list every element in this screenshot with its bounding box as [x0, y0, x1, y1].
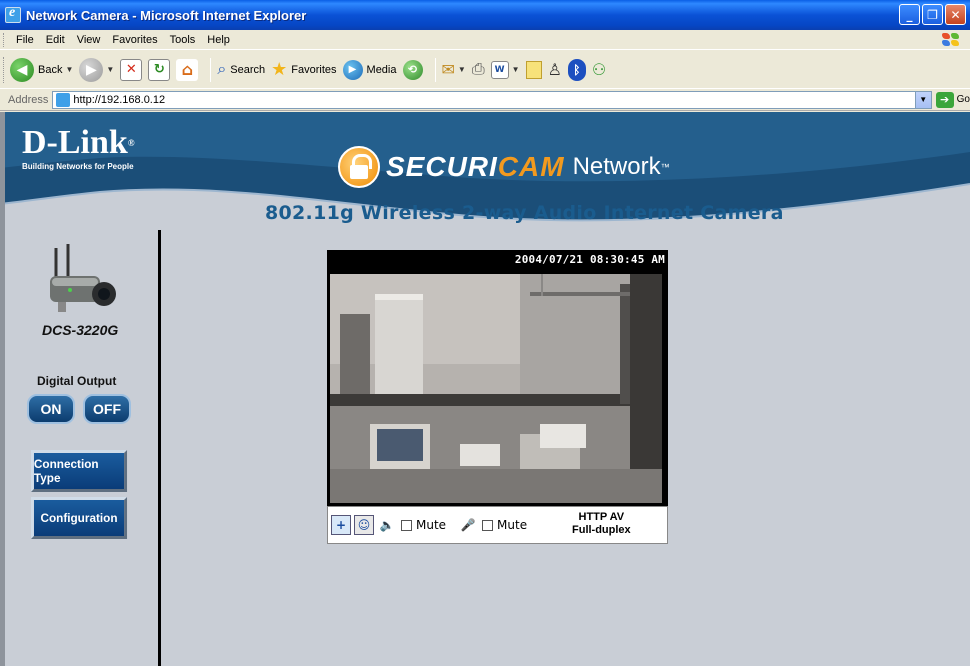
mail-button[interactable]: ✉ ▼: [442, 60, 466, 80]
toolbar-separator: [210, 57, 212, 82]
zoom-in-icon[interactable]: +: [331, 515, 351, 535]
print-button[interactable]: ⎙: [472, 61, 485, 79]
securicam-logo: SECURI CAM Network ™: [338, 146, 670, 188]
digital-output-label: Digital Output: [37, 374, 117, 388]
back-button[interactable]: ◀ Back ▼: [10, 57, 74, 82]
browser-toolbar: ◀ Back ▼ ▶ ▼ ✕ ↻ ⌂ ⌕ Search ★ Favorites …: [0, 51, 970, 89]
vertical-divider: [158, 230, 161, 666]
minimize-button[interactable]: _: [899, 4, 920, 25]
media-icon: ▶: [342, 59, 363, 80]
connection-type-button[interactable]: Connection Type: [30, 450, 128, 492]
menu-edit[interactable]: Edit: [40, 34, 71, 46]
mail-icon: ✉: [441, 61, 455, 79]
refresh-button[interactable]: ↻: [148, 58, 171, 81]
mute-speaker-checkbox[interactable]: [401, 519, 412, 531]
note-icon: [525, 60, 542, 79]
digital-output-on-button[interactable]: ON: [27, 394, 75, 424]
menu-favorites[interactable]: Favorites: [106, 34, 163, 46]
stop-icon: ✕: [120, 58, 143, 81]
print-icon: ⎙: [471, 60, 485, 78]
camera-model: DCS-3220G: [42, 322, 119, 338]
page-content: D-Link® Building Networks for People SEC…: [0, 112, 970, 666]
word-icon: W: [490, 60, 509, 79]
research-button[interactable]: ♙: [548, 60, 562, 80]
favorites-button[interactable]: ★ Favorites: [271, 59, 336, 80]
video-controls: + ☺ 🔈 Mute 🎤 Mute HTTP AV Full-duplex: [327, 506, 668, 544]
messenger-icon: ⚇: [591, 61, 607, 79]
dropdown-arrow-icon: ▼: [457, 65, 466, 74]
snapshot-icon[interactable]: ☺: [354, 515, 374, 535]
go-button[interactable]: ➔ Go: [935, 91, 970, 108]
toolbar-separator: [434, 57, 436, 82]
video-viewer: 2004/07/21 08:30:45 AM: [327, 250, 668, 544]
maximize-button[interactable]: ❐: [922, 4, 943, 25]
bluetooth-icon: ᛒ: [567, 58, 586, 81]
menu-file[interactable]: File: [10, 34, 40, 46]
close-button[interactable]: ✕: [945, 4, 966, 25]
windows-logo-icon: [940, 32, 962, 48]
dropdown-arrow-icon: ▼: [106, 65, 115, 74]
search-icon: ⌕: [217, 60, 227, 78]
home-icon: ⌂: [176, 58, 199, 81]
refresh-icon: ↻: [148, 58, 171, 81]
video-timestamp: 2004/07/21 08:30:45 AM: [514, 253, 665, 266]
window-controls: _ ❐ ✕: [899, 4, 966, 25]
url-input[interactable]: [73, 93, 894, 106]
forward-button[interactable]: ▶ ▼: [79, 57, 115, 82]
mute-speaker-label: Mute: [416, 518, 447, 532]
back-arrow-icon: ◀: [10, 57, 34, 82]
address-label: Address: [8, 93, 49, 106]
go-arrow-icon: ➔: [935, 91, 954, 108]
home-button[interactable]: ⌂: [176, 58, 199, 81]
protocol-info: HTTP AV Full-duplex: [572, 511, 631, 537]
discuss-button[interactable]: [525, 60, 542, 79]
bluetooth-button[interactable]: ᛒ: [567, 58, 586, 81]
mute-mic-checkbox[interactable]: [482, 519, 494, 531]
edit-button[interactable]: W ▼: [490, 60, 520, 79]
mute-mic-label: Mute: [497, 518, 528, 532]
window-titlebar: Network Camera - Microsoft Internet Expl…: [0, 0, 970, 30]
star-icon: ★: [271, 59, 288, 79]
forward-arrow-icon: ▶: [79, 57, 104, 82]
menu-help[interactable]: Help: [201, 34, 236, 46]
page-icon: [56, 92, 71, 107]
menu-view[interactable]: View: [71, 34, 107, 46]
history-icon: ⟲: [402, 59, 423, 80]
digital-output-off-button[interactable]: OFF: [83, 394, 131, 424]
toolbar-grip: [3, 32, 6, 47]
history-button[interactable]: ⟲: [402, 59, 423, 80]
left-edge: [0, 112, 5, 666]
camera-product-image: [50, 244, 116, 312]
ie-icon: [5, 5, 21, 23]
protocol-label: HTTP AV: [578, 511, 625, 523]
lock-icon: [338, 146, 380, 188]
duplex-label: Full-duplex: [572, 524, 631, 536]
configuration-button[interactable]: Configuration: [30, 497, 128, 539]
messenger-button[interactable]: ⚇: [592, 60, 606, 80]
stop-button[interactable]: ✕: [120, 58, 143, 81]
search-button[interactable]: ⌕ Search: [217, 61, 265, 79]
address-bar: Address ▼ ➔ Go: [0, 89, 970, 111]
product-subtitle: 802.11g Wireless 2-way Audio Internet Ca…: [265, 202, 784, 224]
person-icon: ♙: [547, 61, 562, 79]
menu-bar: File Edit View Favorites Tools Help: [0, 30, 970, 50]
dropdown-arrow-icon: ▼: [65, 65, 74, 74]
toolbar-grip: [3, 56, 6, 83]
microphone-icon[interactable]: 🎤: [458, 515, 479, 535]
window-title: Network Camera - Microsoft Internet Expl…: [26, 7, 307, 23]
dlink-logo: D-Link® Building Networks for People: [22, 124, 135, 172]
dropdown-arrow-icon: ▼: [511, 65, 520, 74]
address-field[interactable]: ▼: [52, 90, 932, 109]
address-dropdown-icon[interactable]: ▼: [914, 91, 931, 108]
media-button[interactable]: ▶ Media: [342, 59, 397, 80]
camera-feed-image: [330, 274, 662, 503]
menu-tools[interactable]: Tools: [164, 34, 202, 46]
speaker-icon[interactable]: 🔈: [377, 515, 397, 535]
